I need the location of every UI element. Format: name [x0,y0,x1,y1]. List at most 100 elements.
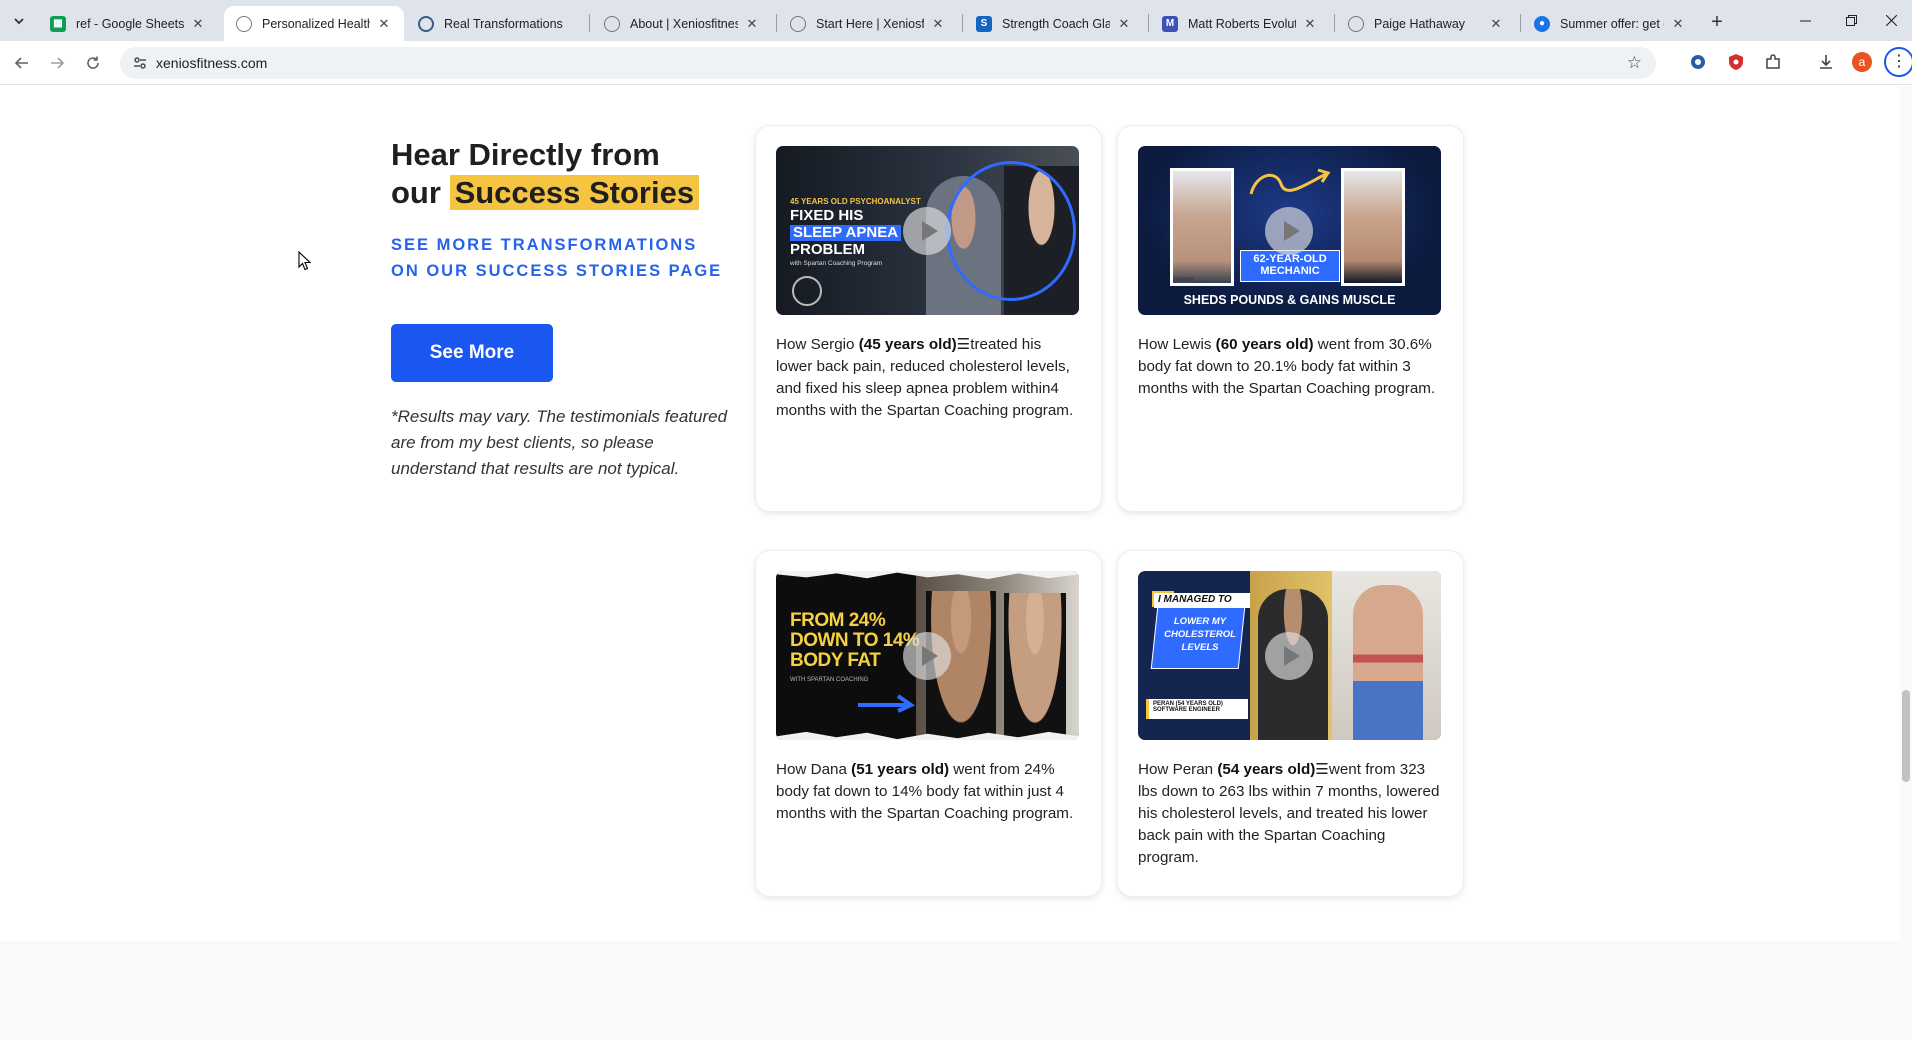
close-icon[interactable]: ✕ [930,16,946,32]
globe-icon [1348,15,1364,32]
tab-separator [962,14,963,32]
tab-strength-coach[interactable]: S Strength Coach Glasg ✕ [964,6,1144,41]
bookmark-star-icon[interactable]: ☆ [1627,53,1642,73]
blue-badge-icon: ● [1534,15,1550,32]
video-thumbnail[interactable]: 45 YEARS OLD PSYCHOANALYST FIXED HIS SLE… [776,146,1079,315]
tab-separator [1334,14,1335,32]
video-thumbnail[interactable]: BEFORE AFTER 62-YEAR-OLD MECHANIC SHEDS … [1138,146,1441,315]
ring-icon [946,161,1076,301]
testimonial-card[interactable]: ❝ I MANAGED TO LOWER MY CHOLESTEROL LEVE… [1118,551,1463,896]
testimonial-text: How Lewis (60 years old) went from 30.6%… [1138,336,1436,397]
url-text[interactable]: xeniosfitness.com [156,55,267,71]
tab-separator [1520,14,1521,32]
browser-toolbar: xeniosfitness.com ☆ a ⋮ [0,41,1912,85]
scrollbar-thumb[interactable] [1902,690,1910,782]
video-thumbnail[interactable]: FROM 24% DOWN TO 14% BODY FAT WITH SPART… [776,571,1079,740]
close-icon[interactable]: ✕ [1488,16,1504,32]
s-logo-icon: S [976,15,992,32]
forward-button[interactable] [45,51,69,75]
close-icon[interactable]: ✕ [744,16,760,32]
new-tab-button[interactable]: + [1703,8,1731,36]
video-thumbnail[interactable]: ❝ I MANAGED TO LOWER MY CHOLESTEROL LEVE… [1138,571,1441,740]
mouse-cursor-icon [298,251,312,271]
results-disclaimer: *Results may vary. The testimonials feat… [391,407,728,478]
globe-icon [604,15,620,32]
tab-about[interactable]: About | Xeniosfitness ✕ [592,6,772,41]
more-vert-icon: ⋮ [1891,53,1907,70]
tab-separator [776,14,777,32]
heading-highlight: Success Stories [449,175,700,210]
tab-paige-hathaway[interactable]: Paige Hathaway ✕ [1336,6,1516,41]
avatar: a [1852,52,1872,72]
testimonial-card[interactable]: FROM 24% DOWN TO 14% BODY FAT WITH SPART… [756,551,1101,896]
close-icon[interactable]: ✕ [1302,16,1318,32]
arrow-icon [858,694,916,713]
testimonial-text: How Dana (51 years old) went from 24% bo… [776,761,1074,822]
section-heading: Hear Directly from our Success Stories [391,136,700,212]
spartan-logo-icon [792,276,822,306]
success-stories-link[interactable]: SEE MORE TRANSFORMATIONS ON OUR SUCCESS … [391,232,731,284]
globe-icon [236,15,252,32]
play-button[interactable] [1265,207,1313,255]
plus-icon: + [1711,10,1723,33]
download-icon [1820,55,1832,69]
chevron-down-icon [14,18,24,25]
tab-summer-offer[interactable]: ● Summer offer: get on ✕ [1522,6,1698,41]
address-bar[interactable]: xeniosfitness.com ☆ [120,47,1656,79]
xenios-icon [418,15,434,32]
shield-icon [1729,54,1743,70]
name-tag: PERAN (54 YEARS OLD) SOFTWARE ENGINEER [1146,699,1248,719]
downloads-button[interactable] [1815,51,1837,73]
extension-gear-icon [1691,55,1705,69]
arrow-icon [1249,168,1331,195]
see-more-button[interactable]: See More [391,324,553,382]
arrow-right-icon [51,57,65,69]
before-photo [1170,168,1234,286]
close-icon [1885,15,1897,26]
testimonial-text: How Sergio (45 years old)☰treated his lo… [776,336,1074,419]
browser-menu-button[interactable]: ⋮ [1884,47,1912,77]
restore-button[interactable] [1828,0,1874,41]
tab-matt-roberts[interactable]: M Matt Roberts Evolutio ✕ [1150,6,1330,41]
reload-button[interactable] [81,51,105,75]
restore-icon [1845,15,1857,26]
testimonial-card[interactable]: 45 YEARS OLD PSYCHOANALYST FIXED HIS SLE… [756,126,1101,511]
tab-real-transformations[interactable]: Real Transformations [406,6,586,41]
tab-search-button[interactable] [8,10,30,32]
minimize-icon [1799,20,1811,22]
extension-button[interactable] [1725,51,1747,73]
page-content: Hear Directly from our Success Stories S… [0,86,1912,1040]
tab-separator [589,14,590,32]
close-window-button[interactable] [1870,0,1912,41]
next-section [0,941,1900,1040]
person-figure [1353,585,1423,740]
tab-personalized-health[interactable]: Personalized Health C ✕ [224,6,404,41]
close-icon[interactable]: ✕ [1670,16,1686,32]
extension-button[interactable] [1687,51,1709,73]
m-logo-icon: M [1162,15,1178,32]
play-button[interactable] [903,207,951,255]
page-scrollbar[interactable] [1900,86,1912,1040]
profile-button[interactable]: a [1851,51,1873,73]
tab-google-sheets[interactable]: ▦ ref - Google Sheets ✕ [38,6,218,41]
testimonial-text: How Peran (54 years old)☰went from 323 l… [1138,761,1440,866]
arrow-left-icon [14,57,28,69]
after-photo [1341,168,1405,286]
back-button[interactable] [10,51,34,75]
puzzle-icon [1766,54,1780,69]
play-button[interactable] [903,632,951,680]
tab-separator [1148,14,1149,32]
testimonial-card[interactable]: BEFORE AFTER 62-YEAR-OLD MECHANIC SHEDS … [1118,126,1463,511]
close-icon[interactable]: ✕ [1116,16,1132,32]
minimize-button[interactable] [1782,0,1828,41]
play-button[interactable] [1265,632,1313,680]
globe-icon [790,15,806,32]
extensions-menu-button[interactable] [1762,51,1784,73]
tab-strip: ▦ ref - Google Sheets ✕ Personalized Hea… [0,0,1912,41]
person-figure [1004,593,1066,740]
close-icon[interactable]: ✕ [190,16,206,32]
close-icon[interactable]: ✕ [376,16,392,32]
sheets-icon: ▦ [50,15,66,32]
site-settings-icon[interactable] [132,55,148,71]
tab-start-here[interactable]: Start Here | Xeniosfit ✕ [778,6,958,41]
